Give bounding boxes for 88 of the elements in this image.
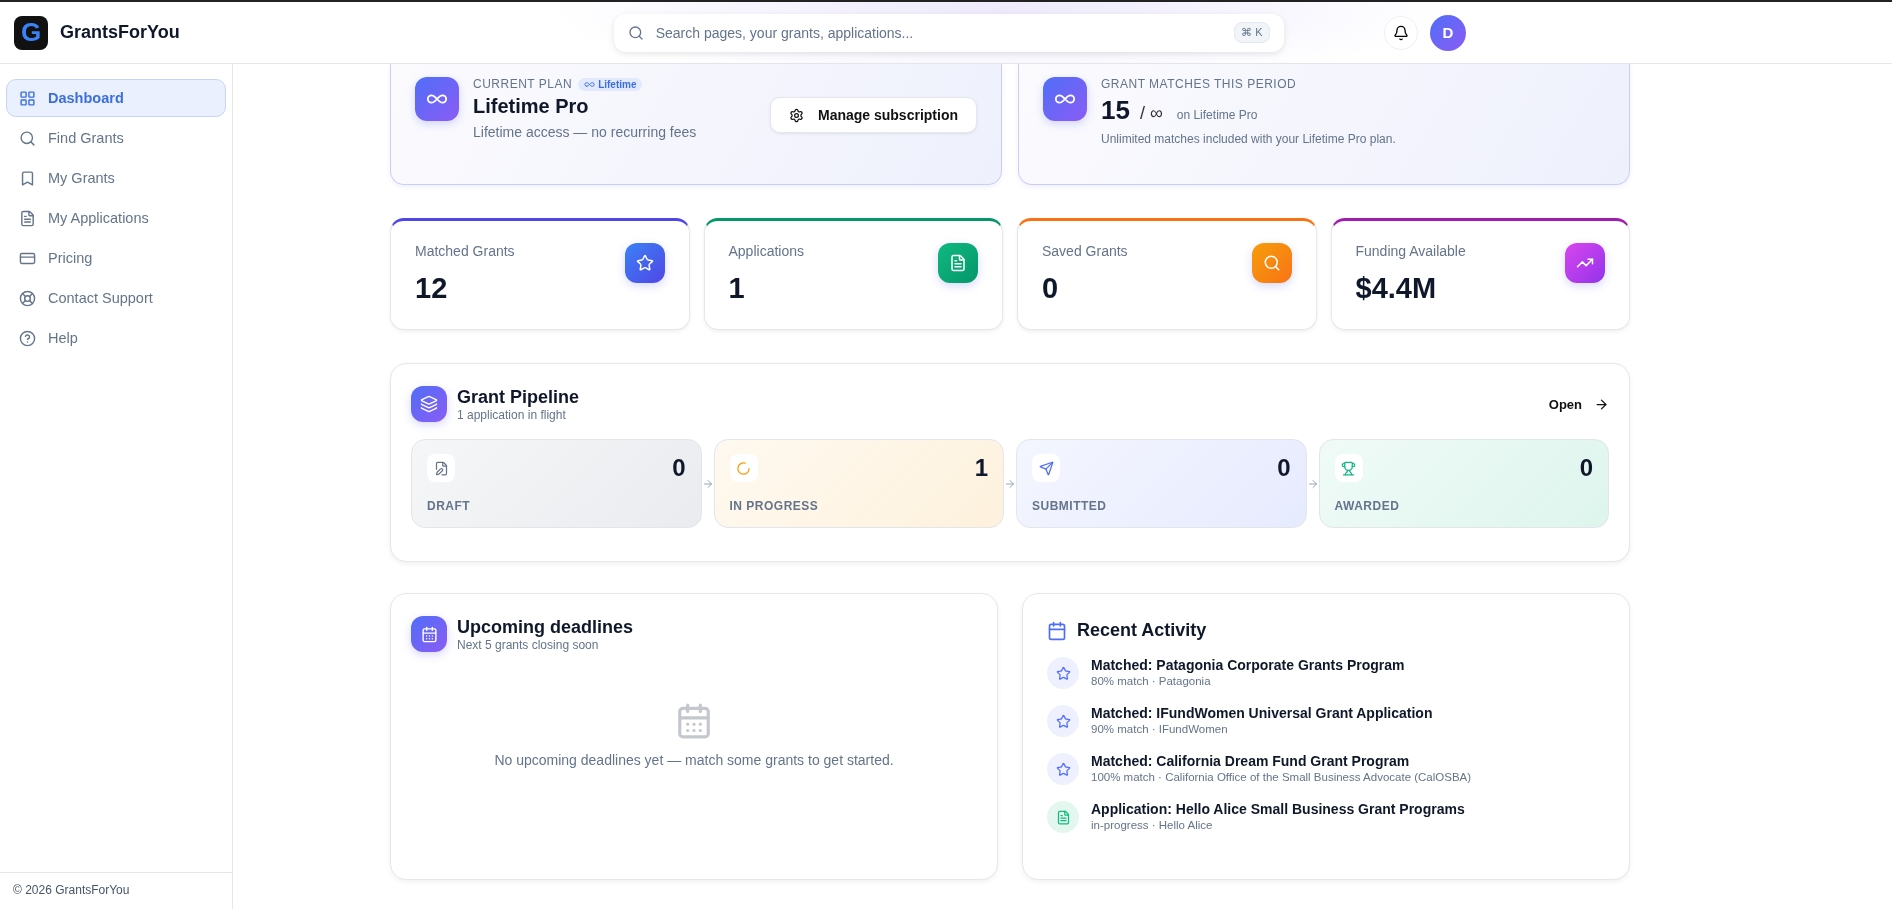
pipeline-stage[interactable]: 0 AWARDED	[1318, 439, 1609, 528]
search-icon	[1251, 243, 1292, 283]
matches-count: 15	[1101, 95, 1130, 126]
search-icon	[627, 24, 644, 41]
activity-title: Application: Hello Alice Small Business Grant Programs	[1091, 801, 1465, 817]
empty-message: No upcoming deadlines yet — match some grants to get started.	[494, 751, 894, 768]
document-icon	[938, 243, 978, 283]
notifications-button[interactable]	[1384, 15, 1418, 50]
activity-title: Matched: California Dream Fund Grant Program	[1091, 753, 1411, 769]
document-icon	[1047, 801, 1079, 833]
activity-title: Matched: IFundWomen Universal Grant Application	[1091, 705, 1433, 721]
calendar-icon	[675, 701, 713, 740]
matches-label: GRANT MATCHES THIS PERIOD	[1101, 77, 1298, 91]
grid-icon	[19, 89, 36, 107]
stat-label: Saved Grants	[1042, 243, 1128, 259]
sidebar-item[interactable]: My Applications	[6, 199, 226, 237]
stat-label: Funding Available	[1355, 243, 1466, 259]
sidebar-item[interactable]: My Grants	[6, 159, 226, 197]
layers-icon	[411, 386, 447, 422]
manage-subscription-button[interactable]: Manage subscription	[769, 97, 977, 133]
card-title: Upcoming deadlines	[457, 616, 634, 638]
arrow-icon	[1594, 396, 1609, 412]
stat-value: 1	[728, 272, 746, 305]
stage-count: 1	[974, 454, 988, 482]
arrow-icon	[1306, 477, 1319, 490]
stage-count: 0	[1579, 454, 1593, 482]
stage-label: DRAFT	[427, 499, 472, 513]
stat-value: 0	[1042, 272, 1060, 305]
document-icon	[19, 209, 36, 227]
activity-meta: 90% match · IFundWomen	[1091, 723, 1229, 735]
bookmark-icon	[19, 169, 36, 187]
search-input[interactable]: Search pages, your grants, applications...	[653, 23, 1225, 42]
matches-note: on Lifetime Pro	[1176, 108, 1258, 122]
open-link[interactable]: Open	[1548, 396, 1609, 412]
logo: G	[14, 15, 48, 50]
bell-icon	[1393, 24, 1409, 41]
infinity-icon	[415, 77, 459, 121]
card-subtitle: 1 application in flight	[457, 407, 567, 422]
pipeline-stage[interactable]: 0 DRAFT	[411, 439, 702, 528]
search-icon	[19, 129, 36, 147]
card-title: Grant Pipeline	[457, 386, 580, 408]
stage-count: 0	[672, 454, 686, 482]
trend-icon	[1565, 243, 1605, 283]
loading-icon	[729, 454, 758, 482]
stage-label: IN PROGRESS	[729, 499, 820, 513]
pipeline-stage[interactable]: 0 SUBMITTED	[1016, 439, 1307, 528]
plan-label: CURRENT PLAN	[473, 77, 573, 91]
sidebar-item[interactable]: Find Grants	[6, 119, 226, 157]
star-icon	[624, 243, 665, 283]
card-subtitle: Next 5 grants closing soon	[457, 637, 600, 652]
brand-name: GrantsForYou	[60, 22, 180, 43]
copyright-text: © 2026 GrantsForYou	[0, 872, 232, 909]
stage-count: 0	[1277, 454, 1291, 482]
sidebar-item[interactable]: Pricing	[6, 239, 226, 277]
infinity-icon	[1043, 77, 1087, 121]
calendar-icon	[411, 616, 447, 652]
pipeline-stage[interactable]: 1 IN PROGRESS	[713, 439, 1004, 528]
activity-title: Matched: Patagonia Corporate Grants Program	[1091, 657, 1405, 673]
stage-label: AWARDED	[1334, 499, 1401, 513]
activity-meta: in-progress · Hello Alice	[1091, 819, 1214, 831]
card-title: Recent Activity	[1077, 620, 1207, 641]
plan-description: Lifetime access — no recurring fees	[473, 124, 697, 140]
stat-value: $4.4M	[1355, 272, 1438, 305]
stage-label: SUBMITTED	[1032, 499, 1108, 513]
activity-meta: 100% match · California Office of the Small Business Advocate (CalOSBA)	[1091, 771, 1472, 783]
trophy-icon	[1334, 454, 1363, 482]
search-field[interactable]: Search pages, your grants, applications... ⌘ K	[613, 13, 1284, 52]
arrow-icon	[701, 477, 714, 490]
settings-icon	[788, 107, 804, 123]
sidebar-item[interactable]: Contact Support	[6, 279, 226, 317]
shortcut-hint: ⌘ K	[1234, 22, 1270, 43]
sidebar-item[interactable]: Help	[6, 319, 226, 357]
activity-meta: 80% match · Patagonia	[1091, 675, 1212, 687]
matches-limit: / ∞	[1139, 103, 1163, 124]
plan-badge: Lifetime	[578, 77, 643, 91]
matches-description: Unlimited matches included with your Lifetime Pro plan.	[1101, 132, 1396, 146]
stat-label: Matched Grants	[415, 243, 515, 259]
draft-icon	[427, 454, 455, 482]
lifebuoy-icon	[19, 289, 36, 307]
stat-value: 12	[415, 272, 449, 305]
arrow-icon	[1004, 477, 1016, 490]
user-avatar[interactable]: D	[1430, 14, 1466, 51]
help-icon	[19, 329, 36, 347]
sidebar-item[interactable]: Dashboard	[6, 79, 226, 117]
calendar-icon	[1047, 620, 1067, 641]
stat-label: Applications	[728, 243, 804, 259]
plan-name: Lifetime Pro	[473, 95, 590, 118]
send-icon	[1032, 454, 1060, 482]
